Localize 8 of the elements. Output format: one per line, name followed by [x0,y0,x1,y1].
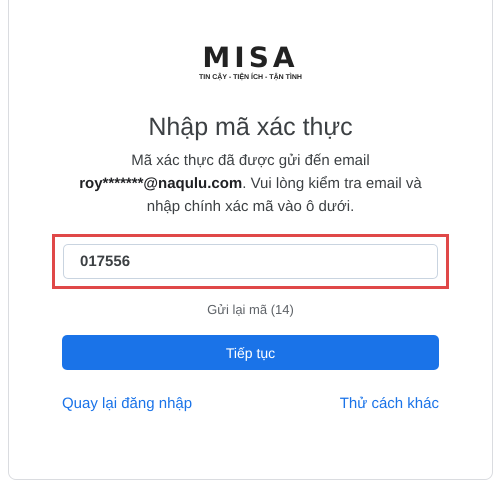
logo-wordmark: MISA [202,44,299,72]
text-link[interactable]: Thử cách khác [340,395,439,412]
continue-button[interactable]: Tiếp tục [62,335,439,370]
resend-code-text: Gửi lại mã (14) [207,302,294,317]
text-link[interactable]: Quay lại đăng nhập [62,395,192,412]
code-input-field[interactable]: 017556 [63,244,438,279]
page-title: Nhập mã xác thực [148,112,353,143]
description-text: Mã xác thực đã được gửi đến email roy*******@naqulu.com. Vui lòng kiểm tra email và nhập chính xác mã vào ô dưới. [78,151,423,217]
